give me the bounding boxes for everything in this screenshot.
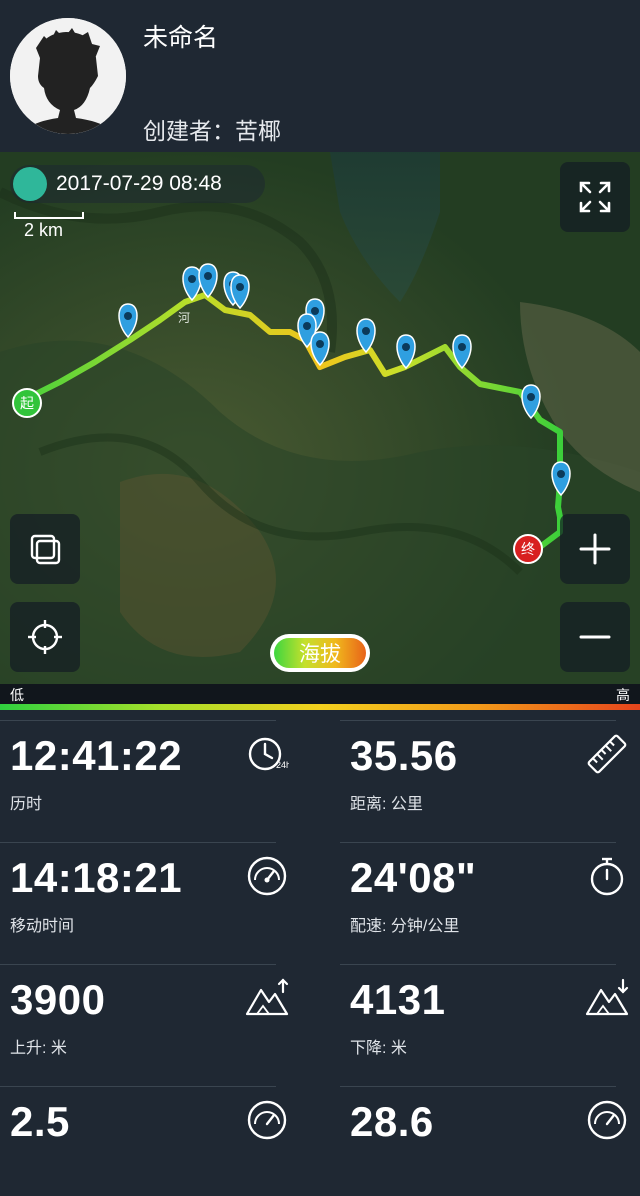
zoom-out-button[interactable]: [560, 602, 630, 672]
divider: [0, 720, 276, 721]
stat-value: 4131: [350, 976, 446, 1023]
divider: [0, 842, 276, 843]
waypoint-pin[interactable]: [198, 263, 218, 299]
layers-button[interactable]: [10, 514, 80, 584]
waypoint-pin[interactable]: [396, 334, 416, 370]
stat-value: 24'08": [350, 854, 477, 901]
stat-label: 历时: [10, 796, 43, 813]
date-pill: 2017-07-29 08:48: [10, 165, 265, 203]
layers-icon: [30, 534, 61, 565]
divider: [340, 720, 616, 721]
stat-duration: 12:41:22 历时 24h: [0, 710, 290, 830]
elevation-gradient: 低 高: [0, 684, 640, 710]
stopwatch-icon: [590, 857, 624, 896]
creator-label: 创建者：苦椰: [143, 118, 281, 144]
header: 未命名 创建者：苦椰: [0, 0, 640, 152]
altitude-toggle[interactable]: 海拔: [270, 634, 370, 672]
map-view[interactable]: 起 终 河 2017-07-29 08:48 2 km 海拔: [0, 152, 640, 684]
divider: [340, 842, 616, 843]
stat-speed-max: 28.6: [340, 1076, 630, 1196]
stat-speed-avg: 2.5: [0, 1076, 290, 1196]
start-marker[interactable]: 起: [12, 388, 42, 418]
scale-label: 2 km: [24, 220, 64, 240]
end-marker-label: 终: [521, 541, 535, 557]
page-title[interactable]: 未命名: [143, 18, 218, 54]
stat-label: 上升: 米: [10, 1040, 67, 1057]
stat-label: 移动时间: [10, 918, 75, 935]
fullscreen-icon: [579, 181, 611, 213]
stat-label: 距离: 公里: [350, 796, 423, 813]
avatar[interactable]: [10, 18, 126, 134]
app-logo-icon: [13, 167, 47, 201]
track-date: 2017-07-29 08:48: [56, 172, 222, 195]
waypoint-pin[interactable]: [356, 318, 376, 354]
svg-text:24h: 24h: [276, 760, 289, 770]
altitude-label: 海拔: [274, 638, 366, 668]
speedometer-icon: [247, 1100, 287, 1140]
stat-distance: 35.56 距离: 公里: [340, 710, 630, 830]
stat-value: 35.56: [350, 732, 458, 779]
stat-descent: 4131 下降: 米: [340, 954, 630, 1074]
fullscreen-button[interactable]: [560, 162, 630, 232]
stat-moving-time: 14:18:21 移动时间: [0, 832, 290, 952]
scale-bar: [14, 212, 84, 219]
stat-pace: 24'08" 配速: 分钟/公里: [340, 832, 630, 952]
clock-24h-icon: 24h: [248, 737, 289, 771]
stat-label: 下降: 米: [350, 1040, 407, 1057]
waypoint-layer[interactable]: [0, 152, 640, 684]
waypoint-pin[interactable]: [182, 266, 202, 302]
waypoint-pin[interactable]: [521, 384, 541, 420]
divider: [0, 1086, 276, 1087]
speedometer-icon: [587, 1100, 627, 1140]
stat-value: 28.6: [350, 1098, 434, 1145]
locate-icon: [28, 620, 62, 654]
person-silhouette-icon: [10, 18, 126, 134]
mountain-down-icon: [585, 978, 629, 1016]
ruler-icon: [587, 734, 627, 774]
stat-value: 3900: [10, 976, 106, 1023]
waypoint-pin[interactable]: [310, 331, 330, 367]
start-marker-label: 起: [20, 395, 34, 411]
stat-ascent: 3900 上升: 米: [0, 954, 290, 1074]
zoom-in-button[interactable]: [560, 514, 630, 584]
end-marker[interactable]: 终: [513, 534, 543, 564]
mountain-up-icon: [245, 978, 289, 1016]
stat-value: 14:18:21: [10, 854, 183, 901]
stat-value: 2.5: [10, 1098, 70, 1145]
stat-value: 12:41:22: [10, 732, 183, 779]
map-scale: 2 km: [14, 212, 84, 242]
gradient-low-label: 低: [10, 687, 24, 703]
gradient-high-label: 高: [616, 687, 630, 703]
waypoint-pin[interactable]: [452, 334, 472, 370]
divider: [340, 1086, 616, 1087]
zoom-in-icon: [579, 533, 611, 565]
locate-button[interactable]: [10, 602, 80, 672]
divider: [340, 964, 616, 965]
map-place-label: 河: [178, 311, 191, 325]
divider: [0, 964, 276, 965]
stats-grid: 12:41:22 历时 24h 35.56 距离: 公里 14:18:21 移动…: [0, 710, 640, 1145]
speedometer-icon: [247, 856, 287, 896]
stat-label: 配速: 分钟/公里: [350, 918, 460, 935]
zoom-out-icon: [579, 635, 611, 639]
waypoint-pin[interactable]: [118, 303, 138, 339]
waypoint-pin[interactable]: [551, 461, 571, 497]
